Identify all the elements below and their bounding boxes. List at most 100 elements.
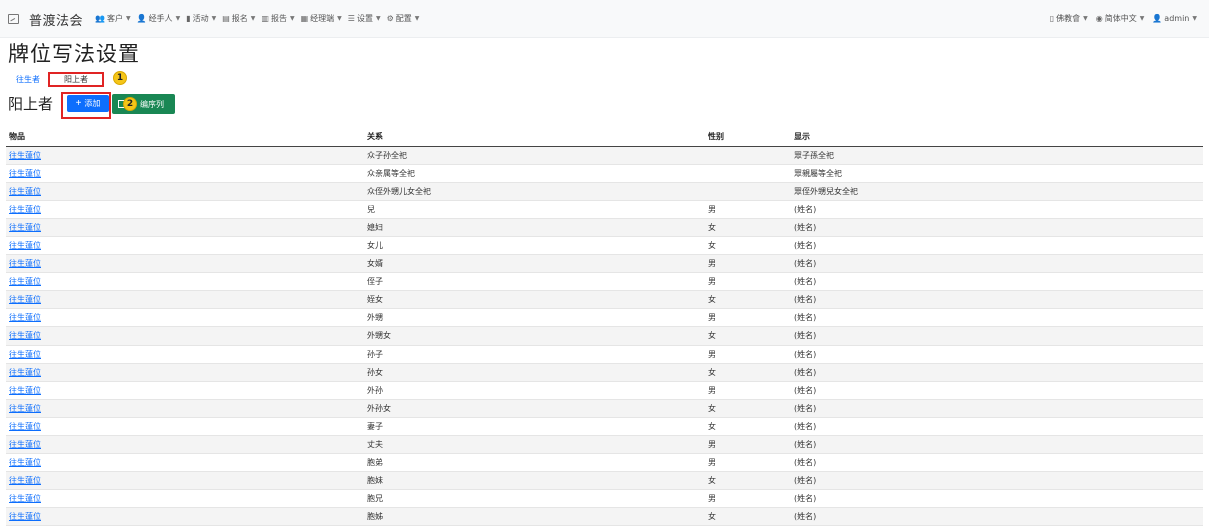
col-header-gender[interactable]: 性别 (705, 128, 791, 147)
item-link[interactable]: 往生蓮位 (9, 512, 41, 521)
item-link[interactable]: 往生蓮位 (9, 458, 41, 467)
col-header-relation[interactable]: 关系 (364, 128, 705, 147)
chevron-down-icon: ▼ (1139, 15, 1145, 22)
cell-display: (姓名) (791, 399, 1203, 418)
list-icon: ☰ (347, 14, 355, 23)
cell-relation: 众侄外甥儿女全祀 (364, 182, 705, 201)
cell-display: (姓名) (791, 453, 1203, 473)
nav-item-gear[interactable]: ⚙ 配置 ▼ (387, 13, 420, 24)
table-row: 往生蓮位 兒男 (姓名) (6, 200, 1203, 219)
cell-display: (姓名) (791, 507, 1203, 526)
item-link[interactable]: 往生蓮位 (9, 223, 41, 232)
table-row: 往生蓮位 妻子女 (姓名) (6, 417, 1203, 437)
cell-display: (姓名) (791, 218, 1203, 237)
page-title: 牌位写法设置 (8, 42, 140, 66)
cell-item: 往生蓮位 (6, 417, 364, 437)
settings-table: 物品 关系 性别 显示 往生蓮位 众子孙全祀 眾子孫全祀 往生蓮位 众亲属等全祀 眾親屬等… (6, 128, 1203, 526)
brand[interactable]: 普渡法会 (8, 12, 83, 29)
nav-item-globe[interactable]: ◉ 简体中文 ▼ (1096, 13, 1145, 24)
chevron-down-icon: ▼ (1083, 15, 1088, 22)
cell-gender: 男 (705, 489, 791, 509)
cell-gender: 男 (705, 345, 791, 364)
users-icon: 👥 (95, 14, 105, 23)
nav-item-clipboard[interactable]: ▤ 报名 ▼ (222, 13, 255, 24)
tab-deceased[interactable]: 往生者 (8, 73, 48, 87)
globe-icon: ◉ (1095, 14, 1103, 23)
item-link[interactable]: 往生蓮位 (9, 169, 41, 178)
item-link[interactable]: 往生蓮位 (9, 404, 41, 413)
item-link[interactable]: 往生蓮位 (9, 368, 41, 377)
nav-item-users[interactable]: 👥 客户 ▼ (95, 13, 131, 24)
cell-display: (姓名) (791, 381, 1203, 400)
tab-living[interactable]: 阳上者 (48, 72, 104, 87)
nav-item-list[interactable]: ☰ 设置 ▼ (348, 13, 381, 24)
cell-item: 往生蓮位 (6, 435, 364, 455)
cell-item: 往生蓮位 (6, 146, 364, 165)
cell-relation: 女儿 (364, 236, 705, 256)
nav-item-label: 配置 (395, 14, 412, 23)
item-link[interactable]: 往生蓮位 (9, 205, 41, 214)
nav-item-report[interactable]: ▥ 报告 ▼ (261, 13, 294, 24)
nav-item-user[interactable]: 👤 admin ▼ (1152, 14, 1197, 23)
item-link[interactable]: 往生蓮位 (9, 277, 41, 286)
col-header-item[interactable]: 物品 (6, 128, 364, 147)
cell-item: 往生蓮位 (6, 507, 364, 526)
item-link[interactable]: 往生蓮位 (9, 350, 41, 359)
cell-gender: 女 (705, 218, 791, 237)
cell-display: 眾子孫全祀 (791, 146, 1203, 165)
cell-item: 往生蓮位 (6, 489, 364, 509)
item-link[interactable]: 往生蓮位 (9, 241, 41, 250)
chevron-down-icon: ▼ (337, 15, 342, 22)
tab-bar: 往生者 阳上者 (8, 72, 104, 87)
nav-item-label: 报告 (270, 14, 287, 23)
table-row: 往生蓮位 媳妇女 (姓名) (6, 218, 1203, 237)
cell-display: (姓名) (791, 254, 1203, 274)
cell-gender: 女 (705, 290, 791, 310)
edit-order-label: 编序列 (140, 99, 164, 109)
cell-relation: 胞兄 (364, 489, 705, 509)
item-link[interactable]: 往生蓮位 (9, 494, 41, 503)
cell-item: 往生蓮位 (6, 218, 364, 237)
item-link[interactable]: 往生蓮位 (9, 151, 41, 160)
cell-item: 往生蓮位 (6, 345, 364, 364)
nav-item-cash-register[interactable]: ▦ 经理端 ▼ (301, 13, 342, 24)
cell-relation: 女婿 (364, 254, 705, 274)
add-button[interactable]: + 添加 (67, 95, 109, 112)
nav-item-book[interactable]: ▯ 佛教會 ▼ (1050, 13, 1088, 24)
annotation-badge-2: 2 (123, 97, 137, 111)
nav-item-label: 经理端 (310, 14, 335, 23)
chevron-down-icon: ▼ (289, 15, 295, 22)
table-row: 往生蓮位 胞妹女 (姓名) (6, 471, 1203, 491)
clipboard-icon: ▤ (222, 14, 230, 23)
table-row: 往生蓮位 女儿女 (姓名) (6, 236, 1203, 256)
cell-item: 往生蓮位 (6, 200, 364, 219)
item-link[interactable]: 往生蓮位 (9, 187, 41, 196)
item-link[interactable]: 往生蓮位 (9, 295, 41, 304)
chevron-down-icon: ▼ (250, 15, 256, 22)
item-link[interactable]: 往生蓮位 (9, 476, 41, 485)
col-header-display[interactable]: 显示 (791, 128, 1203, 147)
item-link[interactable]: 往生蓮位 (9, 313, 41, 322)
cell-display: (姓名) (791, 236, 1203, 256)
table-row: 往生蓮位 众子孙全祀 眾子孫全祀 (6, 146, 1203, 165)
report-icon: ▥ (261, 14, 269, 23)
nav-item-user[interactable]: 👤 经手人 ▼ (137, 13, 181, 24)
cell-item: 往生蓮位 (6, 272, 364, 292)
cell-gender (705, 146, 791, 165)
nav-item-chart[interactable]: ▮ 活动 ▼ (186, 13, 216, 24)
brand-logo-icon (8, 14, 19, 24)
cell-display: (姓名) (791, 435, 1203, 455)
item-link[interactable]: 往生蓮位 (9, 422, 41, 431)
edit-order-button[interactable]: 编序列 (112, 94, 175, 114)
item-link[interactable]: 往生蓮位 (9, 440, 41, 449)
item-link[interactable]: 往生蓮位 (9, 259, 41, 268)
annotation-badge-1: 1 (113, 71, 127, 85)
table-row: 往生蓮位 胞姊女 (姓名) (6, 507, 1203, 526)
item-link[interactable]: 往生蓮位 (9, 386, 41, 395)
nav-right-menu: ▯ 佛教會 ▼ ◉ 简体中文 ▼ 👤 admin ▼ (1042, 13, 1197, 24)
cell-relation: 媳妇 (364, 218, 705, 237)
cell-gender: 女 (705, 507, 791, 526)
item-link[interactable]: 往生蓮位 (9, 331, 41, 340)
cell-display: (姓名) (791, 326, 1203, 346)
cell-relation: 兒 (364, 200, 705, 219)
